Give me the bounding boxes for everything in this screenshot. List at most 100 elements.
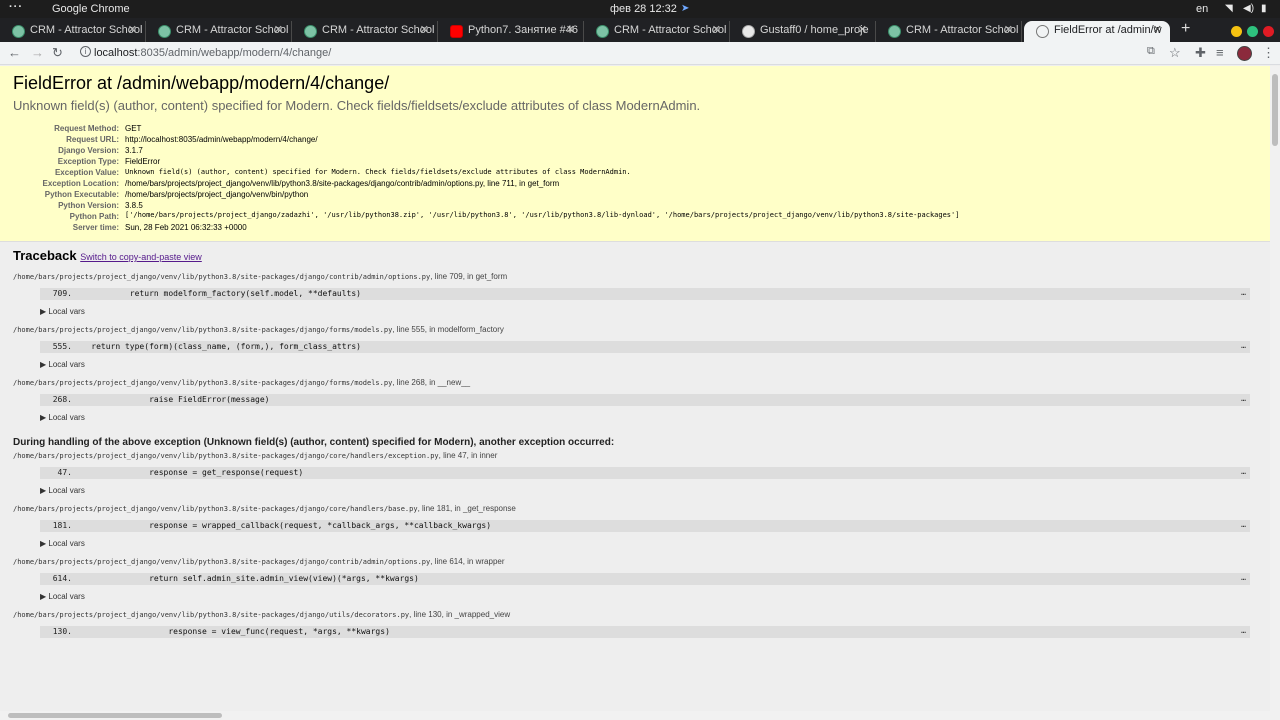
profile-avatar[interactable]: [1237, 46, 1252, 61]
tab-title: FieldError at /admin/w: [1054, 24, 1162, 36]
back-arrow-icon[interactable]: ←: [8, 45, 21, 60]
local-vars-toggle[interactable]: ▶ Local vars: [40, 360, 1257, 369]
traceback-heading: Traceback Switch to copy-and-paste view: [13, 248, 202, 263]
browser-tab[interactable]: CRM - Attractor School ✕: [292, 21, 438, 42]
meta-label: Exception Location:: [42, 179, 119, 188]
source-code: response = get_response(request): [72, 468, 304, 477]
site-info-icon[interactable]: i: [80, 46, 91, 57]
chrome-menu-icon[interactable]: ⋮: [1262, 45, 1275, 61]
youtube-icon: [450, 25, 463, 38]
media-playlist-icon[interactable]: ≡: [1216, 45, 1224, 60]
frame-line-info: , line 47, in inner: [438, 451, 498, 460]
expand-context-icon[interactable]: …: [1241, 519, 1246, 531]
maximize-window-icon[interactable]: [1247, 26, 1258, 37]
horizontal-scrollbar[interactable]: [0, 711, 1270, 720]
scrollbar-thumb[interactable]: [8, 713, 222, 718]
github-icon: [742, 25, 755, 38]
meta-row: Python Version: 3.8.5: [13, 200, 959, 211]
bookmark-star-icon[interactable]: ☆: [1169, 45, 1181, 61]
address-bar[interactable]: i localhost:8035/admin/webapp/modern/4/c…: [74, 44, 1134, 63]
frame-context-line[interactable]: 181. response = wrapped_callback(request…: [40, 520, 1250, 532]
expand-context-icon[interactable]: …: [1241, 287, 1246, 299]
active-app-name[interactable]: Google Chrome: [52, 3, 130, 15]
frame-location: /home/bars/projects/project_django/venv/…: [13, 272, 1257, 281]
close-tab-icon[interactable]: ✕: [274, 23, 283, 36]
translate-icon[interactable]: ⧉: [1147, 45, 1155, 58]
close-window-icon[interactable]: [1263, 26, 1274, 37]
close-tab-icon[interactable]: ✕: [858, 23, 867, 36]
local-vars-toggle[interactable]: ▶ Local vars: [40, 486, 1257, 495]
expand-context-icon[interactable]: …: [1241, 393, 1246, 405]
keyboard-language-indicator[interactable]: en: [1196, 3, 1208, 15]
frame-context-line[interactable]: 555. return type(form)(class_name, (form…: [40, 341, 1250, 353]
meta-label: Request URL:: [66, 135, 119, 144]
meta-label: Server time:: [72, 223, 119, 232]
expand-context-icon[interactable]: …: [1241, 625, 1246, 637]
tab-title: CRM - Attractor School: [30, 24, 143, 36]
close-tab-icon[interactable]: ✕: [1153, 23, 1162, 36]
browser-tab-active[interactable]: FieldError at /admin/w ✕: [1024, 21, 1170, 42]
activities-menu-icon[interactable]: ···: [9, 1, 23, 13]
meta-label: Django Version:: [58, 146, 119, 155]
expand-context-icon[interactable]: …: [1241, 466, 1246, 478]
browser-tab[interactable]: CRM - Attractor School ✕: [584, 21, 730, 42]
tab-title: CRM - Attractor School: [176, 24, 289, 36]
wifi-icon[interactable]: ◥: [1225, 3, 1233, 14]
frame-path: /home/bars/projects/project_django/venv/…: [13, 273, 431, 281]
close-tab-icon[interactable]: ✕: [420, 23, 429, 36]
reload-icon[interactable]: ↻: [52, 45, 63, 61]
expand-context-icon[interactable]: …: [1241, 340, 1246, 352]
browser-tab[interactable]: Gustaff0 / home_proje ✕: [730, 21, 876, 42]
meta-label: Request Method:: [54, 124, 119, 133]
new-tab-plus-icon[interactable]: +: [1181, 20, 1190, 38]
scrollbar-thumb[interactable]: [1272, 74, 1278, 146]
battery-icon[interactable]: ▮: [1261, 3, 1267, 14]
frame-context-line[interactable]: 47. response = get_response(request)…: [40, 467, 1250, 479]
browser-tab[interactable]: CRM - Attractor School ✕: [146, 21, 292, 42]
error-summary: FieldError at /admin/webapp/modern/4/cha…: [0, 66, 1270, 242]
source-code: return modelform_factory(self.model, **d…: [72, 289, 361, 298]
source-code: raise FieldError(message): [72, 395, 270, 404]
volume-icon[interactable]: ◀): [1243, 3, 1254, 14]
frame-context-line[interactable]: 614. return self.admin_site.admin_view(v…: [40, 573, 1250, 585]
telegram-tray-icon[interactable]: ➤: [681, 3, 689, 14]
local-vars-toggle[interactable]: ▶ Local vars: [40, 307, 1257, 316]
tab-title: CRM - Attractor School: [322, 24, 435, 36]
meta-row: Exception Location: /home/bars/projects/p…: [13, 178, 959, 189]
frame-context-line[interactable]: 709. return modelform_factory(self.model…: [40, 288, 1250, 300]
line-number: 130.: [52, 627, 72, 636]
meta-label: Python Version:: [58, 201, 119, 210]
meta-label: Exception Value:: [54, 168, 119, 177]
expand-context-icon[interactable]: …: [1241, 572, 1246, 584]
local-vars-toggle[interactable]: ▶ Local vars: [40, 413, 1257, 422]
address-url[interactable]: localhost:8035/admin/webapp/modern/4/cha…: [94, 47, 331, 59]
local-vars-toggle[interactable]: ▶ Local vars: [40, 592, 1257, 601]
close-tab-icon[interactable]: ✕: [1004, 23, 1013, 36]
system-clock[interactable]: фев 28 12:32: [610, 3, 677, 15]
vertical-scrollbar[interactable]: [1270, 66, 1280, 720]
meta-row: Python Executable: /home/bars/projects/pr…: [13, 189, 959, 200]
switch-view-link[interactable]: Switch to copy-and-paste view: [80, 252, 202, 262]
close-tab-icon[interactable]: ✕: [566, 23, 575, 36]
browser-tab[interactable]: Python7. Занятие #46 ✕: [438, 21, 584, 42]
meta-row: Request Method: GET: [13, 123, 959, 134]
source-code: return self.admin_site.admin_view(view)(…: [72, 574, 419, 583]
frame-location: /home/bars/projects/project_django/venv/…: [13, 610, 1257, 619]
frame-path: /home/bars/projects/project_django/venv/…: [13, 379, 393, 387]
frame-context-line[interactable]: 130. response = view_func(request, *args…: [40, 626, 1250, 638]
crm-favicon-icon: [888, 25, 901, 38]
browser-tab[interactable]: CRM - Attractor School ✕: [0, 21, 146, 42]
frame-path: /home/bars/projects/project_django/venv/…: [13, 558, 431, 566]
local-vars-toggle[interactable]: ▶ Local vars: [40, 539, 1257, 548]
browser-tab[interactable]: CRM - Attractor School ✕: [876, 21, 1022, 42]
minimize-window-icon[interactable]: [1231, 26, 1242, 37]
extensions-puzzle-icon[interactable]: ✚: [1195, 45, 1206, 61]
meta-label: Python Executable:: [44, 190, 119, 199]
frame-path: /home/bars/projects/project_django/venv/…: [13, 505, 418, 513]
forward-arrow-icon[interactable]: →: [31, 45, 44, 60]
frame-context-line[interactable]: 268. raise FieldError(message)…: [40, 394, 1250, 406]
tab-title: Python7. Занятие #46: [468, 24, 578, 36]
frame-location: /home/bars/projects/project_django/venv/…: [13, 451, 1257, 460]
close-tab-icon[interactable]: ✕: [128, 23, 137, 36]
close-tab-icon[interactable]: ✕: [712, 23, 721, 36]
